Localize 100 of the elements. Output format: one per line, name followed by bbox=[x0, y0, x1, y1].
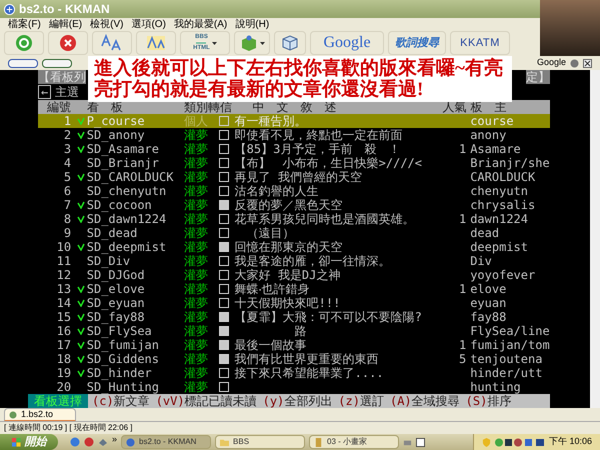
board-name: P_course bbox=[86, 114, 146, 128]
letters-icon bbox=[145, 34, 167, 52]
screen-heading: 【看板列 bbox=[38, 70, 86, 84]
overflow-chevron[interactable]: » bbox=[112, 433, 118, 447]
board-name: SD_dawn1224 bbox=[86, 212, 168, 226]
moderator-name: eyuan bbox=[470, 296, 508, 310]
column-header: 編號 bbox=[46, 100, 72, 114]
board-category: 灌夢 bbox=[184, 254, 210, 268]
button-label: KKATM bbox=[460, 36, 500, 51]
command-hint: (A)全域搜尋 bbox=[390, 394, 460, 408]
board-row[interactable]: 8 SD_dawn1224 灌夢 花草系男孩兒同時也是酒國英雄。 1 dawn1224 bbox=[38, 212, 550, 226]
link-button[interactable] bbox=[8, 58, 38, 68]
board-name: SD_cocoon bbox=[86, 198, 153, 212]
board-category: 灌夢 bbox=[184, 240, 210, 254]
board-row[interactable]: 15 SD_fay88 灌夢 【夏霏】大飛：可不可以不要陰陽? fay88 bbox=[38, 310, 550, 324]
moderator-name: tenjoutena bbox=[470, 352, 544, 366]
command-hint: (z)選訂 bbox=[338, 394, 384, 408]
board-name: SD_FlySea bbox=[86, 324, 153, 338]
windows-logo-icon bbox=[12, 438, 20, 446]
board-category: 灌夢 bbox=[184, 128, 210, 142]
board-row[interactable]: 13 SD_elove 灌夢 舞蝶‧也許錯身 1 elove bbox=[38, 282, 550, 296]
printer-icon bbox=[403, 438, 412, 446]
button-label: Google bbox=[323, 33, 371, 53]
board-row[interactable]: 18 SD_Giddens 灌夢 我們有比世界更重要的東西 5 tenjoutena bbox=[38, 352, 550, 366]
board-title: 花草系男孩兒同時也是酒國英雄。 bbox=[234, 212, 416, 226]
command-hint: (S)排序 bbox=[466, 394, 512, 408]
package-button[interactable] bbox=[234, 31, 270, 55]
moderator-name: dawn1224 bbox=[470, 212, 529, 226]
board-row[interactable]: 2 SD_anony 灌夢 即使看不見，終點也一定在前面 anony bbox=[38, 128, 550, 142]
font-size-button[interactable] bbox=[92, 31, 132, 55]
browser-tab[interactable]: 1.bs2.to bbox=[4, 408, 76, 421]
board-row[interactable]: 5 SD_CAROLDUCK 灌夢 再見了 我們曾經的天空 CAROLDUCK bbox=[38, 170, 550, 184]
stop-button[interactable] bbox=[48, 31, 88, 55]
kkatm-button[interactable]: KKATM bbox=[450, 31, 510, 55]
board-row[interactable]: 19 SD_hinder 灌夢 接下來只希望能畢業了.... hinder/utt bbox=[38, 366, 550, 380]
menu-item[interactable]: 編輯(E) bbox=[48, 16, 82, 32]
row-number: 1 bbox=[62, 114, 72, 128]
moderator-name: CAROLDUCK bbox=[470, 170, 536, 184]
board-name: SD_Hunting bbox=[86, 380, 160, 394]
board-title: 接下來只希望能畢業了.... bbox=[234, 366, 385, 380]
board-row[interactable]: 6 SD_chenyutn 灌夢 沽名釣譽的人生 chenyutn bbox=[38, 184, 550, 198]
row-number: 5 bbox=[62, 170, 72, 184]
back-key[interactable]: ← bbox=[38, 85, 52, 99]
board-row[interactable]: 3 SD_Asamare 灌夢 【85】3月予定，手前 殺 ！ 1 Asamare bbox=[38, 142, 550, 156]
moderator-name: chenyutn bbox=[470, 184, 529, 198]
menu-item[interactable]: 檢視(V) bbox=[90, 16, 124, 32]
row-number: 10 bbox=[56, 240, 72, 254]
moderator-name: course bbox=[470, 114, 515, 128]
menu-item[interactable]: 我的最愛(A) bbox=[174, 16, 228, 32]
board-title: 最後一個故事 bbox=[234, 338, 308, 352]
row-number: 17 bbox=[56, 338, 72, 352]
board-row[interactable]: 17 SD_fumijan 灌夢 最後一個故事 1 fumijan/tom bbox=[38, 338, 550, 352]
board-category: 灌夢 bbox=[184, 324, 210, 338]
board-category: 灌夢 bbox=[184, 198, 210, 212]
board-row[interactable]: 12 SD_DJGod 灌夢 大家好 我是DJ之神 yoyofever bbox=[38, 268, 550, 282]
tray-apps-icon[interactable] bbox=[494, 438, 545, 446]
caret-icon bbox=[260, 42, 264, 44]
board-row[interactable]: 14 SD_eyuan 灌夢 十天假期快來吧!!! eyuan bbox=[38, 296, 550, 310]
board-category: 灌夢 bbox=[184, 142, 210, 156]
window-title: bs2.to - KKMAN bbox=[19, 1, 110, 18]
back-label: 主選 bbox=[55, 85, 80, 99]
board-category: 灌夢 bbox=[184, 226, 210, 240]
row-number: 9 bbox=[62, 226, 72, 240]
taskbar-button[interactable]: bs2.to - KKMAN bbox=[121, 435, 212, 449]
row-number: 3 bbox=[62, 142, 72, 156]
stop-icon bbox=[59, 34, 77, 52]
cube-button[interactable] bbox=[274, 31, 306, 55]
board-row[interactable]: 11 SD_Div 灌夢 我是客途的雁，卻一往情深。 Div bbox=[38, 254, 550, 268]
board-title: 舞蝶‧也許錯身 bbox=[234, 282, 311, 296]
board-category: 灌夢 bbox=[184, 380, 210, 394]
board-row[interactable]: 4 SD_Brianjr 灌夢 【布】 小布布，生日快樂>////< Brianjr/she bbox=[38, 156, 550, 170]
moderator-name: chrysalis bbox=[470, 198, 536, 212]
row-number: 2 bbox=[62, 128, 72, 142]
board-name: SD_hinder bbox=[86, 366, 153, 380]
board-row[interactable]: 9 SD_dead 灌夢 （遠目） dead bbox=[38, 226, 550, 240]
board-row[interactable]: 10 SD_deepmist 灌夢 回憶在那東京的天空 deepmist bbox=[38, 240, 550, 254]
lyrics-search-button[interactable]: 歌詞搜尋 bbox=[388, 31, 446, 55]
taskbar-button[interactable]: BBS bbox=[215, 435, 306, 449]
close-icon[interactable] bbox=[583, 58, 592, 68]
board-row[interactable]: 16 SD_FlySea 灌夢 路 FlySea/line bbox=[38, 324, 550, 338]
command-hint: (y)全部列出 bbox=[262, 394, 332, 408]
go-button[interactable] bbox=[4, 31, 44, 55]
google-button[interactable]: Google bbox=[310, 31, 384, 55]
row-number: 16 bbox=[56, 324, 72, 338]
moderator-name: FlySea/line bbox=[470, 324, 550, 338]
menu-item[interactable]: 說明(H) bbox=[235, 16, 270, 32]
taskbar-button[interactable]: 03 - 小畫家 bbox=[309, 435, 400, 449]
board-row[interactable]: 7 SD_cocoon 灌夢 反覆的夢／黑色天空 chrysalis bbox=[38, 198, 550, 212]
menu-item[interactable]: 選項(O) bbox=[131, 16, 166, 32]
board-category: 灌夢 bbox=[184, 156, 210, 170]
menu-item[interactable]: 檔案(F) bbox=[8, 16, 41, 32]
board-title: 【85】3月予定，手前 殺 ！ bbox=[234, 142, 402, 156]
board-name: SD_fumijan bbox=[86, 338, 160, 352]
board-name: SD_Asamare bbox=[86, 142, 160, 156]
link-button[interactable] bbox=[42, 58, 72, 68]
folder-icon bbox=[220, 438, 230, 446]
font-style-button[interactable] bbox=[136, 31, 176, 55]
board-row[interactable]: 20 SD_Hunting 灌夢 hunting bbox=[38, 380, 550, 394]
browser-icon[interactable] bbox=[70, 437, 80, 447]
help-icon bbox=[416, 438, 426, 446]
